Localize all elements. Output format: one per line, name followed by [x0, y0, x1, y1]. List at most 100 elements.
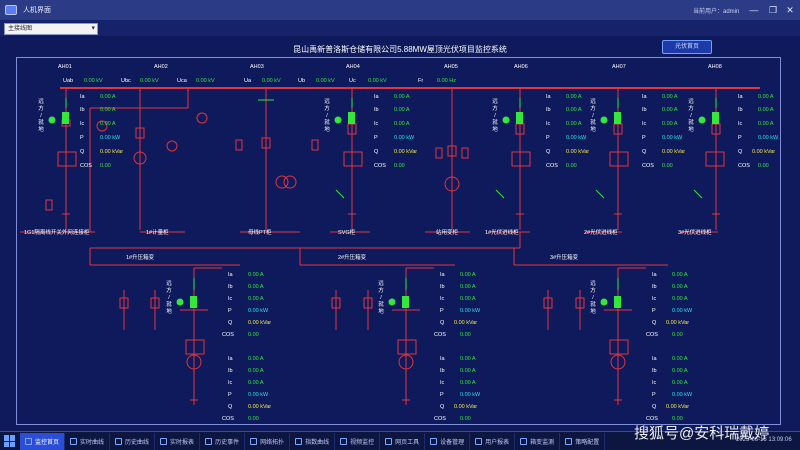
tab-user-report[interactable]: 用户报表	[470, 432, 516, 450]
meas-label: Ic	[652, 380, 657, 386]
tab-realtime-curve[interactable]: 实时曲线	[65, 432, 111, 450]
meas-value: 0.00 kW	[566, 135, 587, 141]
meas-label: COS	[546, 163, 558, 169]
cabinet-name: 1#计量柜	[146, 230, 169, 236]
meas-label: Ic	[642, 121, 647, 127]
globe-icon	[385, 437, 393, 445]
meas-label: Q	[546, 149, 551, 155]
meas-value: 0.00 kW	[460, 308, 481, 314]
cabinet-label: AH07	[612, 64, 626, 70]
event-icon	[205, 437, 213, 445]
tab-network-topology[interactable]: 网络拓扑	[245, 432, 291, 450]
meas-label: Ia	[546, 94, 551, 100]
meas-value: 0.00 kW	[460, 392, 481, 398]
meas-value: 0.00 kW	[248, 308, 269, 314]
cabinet-label: AH08	[708, 64, 722, 70]
tab-realtime-report[interactable]: 实时报表	[155, 432, 201, 450]
meas-label: P	[738, 135, 742, 141]
meas-value: 0.00 A	[672, 296, 688, 302]
meas-label: COS	[646, 332, 658, 338]
meas-label: Ia	[652, 272, 657, 278]
meas-label: P	[440, 392, 444, 398]
meas-label: COS	[642, 163, 654, 169]
meas-label: Ia	[642, 94, 647, 100]
tab-history-curve[interactable]: 历史曲线	[110, 432, 156, 450]
meas-label: Ib	[652, 284, 657, 290]
meas-value: 0.00 kVar	[454, 320, 478, 326]
cabinet-name: SVG柜	[338, 230, 356, 236]
tab-monitor-home[interactable]: 监控首页	[20, 432, 66, 450]
meas-value: 0.00 A	[672, 272, 688, 278]
meas-label: Ib	[440, 368, 445, 374]
chart-icon	[115, 437, 123, 445]
meas-value: 0.00 A	[248, 380, 264, 386]
tab-video-monitor[interactable]: 视频监控	[335, 432, 381, 450]
meas-value: 0.00	[662, 163, 673, 169]
meas-value: 0.00 A	[460, 356, 476, 362]
meas-label: Ic	[652, 296, 657, 302]
meas-label: Q	[652, 320, 657, 326]
meas-label: Ib	[546, 107, 551, 113]
meas-value: 0.00	[100, 163, 111, 169]
tab-index-curve[interactable]: 指数曲线	[290, 432, 336, 450]
meas-label: P	[642, 135, 646, 141]
meas-label: Q	[80, 149, 85, 155]
bus-value: 0.00 kV	[196, 78, 215, 84]
meas-value: 0.00 A	[460, 368, 476, 374]
meas-value: 0.00 A	[662, 107, 678, 113]
meas-label: P	[440, 308, 444, 314]
meas-label: Ib	[440, 284, 445, 290]
meas-value: 0.00 A	[100, 121, 116, 127]
meas-value: 0.00 A	[460, 380, 476, 386]
meas-value: 0.00 A	[248, 296, 264, 302]
meas-value: 0.00 A	[248, 356, 264, 362]
bus-value: 0.00 kV	[316, 78, 335, 84]
meas-value: 0.00 A	[248, 272, 264, 278]
meas-label: COS	[222, 416, 234, 422]
bus-value: 0.00 kV	[368, 78, 387, 84]
bus-label: Ubc	[121, 78, 131, 84]
meas-value: 0.00 A	[394, 107, 410, 113]
start-icon[interactable]	[4, 435, 16, 447]
bus-value: 0.00 Hz	[437, 78, 456, 84]
meas-value: 0.00 A	[672, 368, 688, 374]
meas-label: P	[228, 392, 232, 398]
meas-label: Ic	[374, 121, 379, 127]
meas-value: 0.00 A	[460, 272, 476, 278]
tab-web-tools[interactable]: 网页工具	[380, 432, 426, 450]
meas-label: Ib	[80, 107, 85, 113]
meas-value: 0.00	[672, 332, 683, 338]
meas-label: Ic	[228, 296, 233, 302]
meas-label: P	[374, 135, 378, 141]
meas-label: Ia	[440, 272, 445, 278]
cabinet-name: 1G1隔离线开关外网连接柜	[24, 230, 90, 236]
meas-label: Ic	[228, 380, 233, 386]
meas-label: Ib	[642, 107, 647, 113]
chart-icon	[295, 437, 303, 445]
meas-value: 0.00 A	[672, 284, 688, 290]
meas-label: Ia	[374, 94, 379, 100]
meas-label: Ia	[80, 94, 85, 100]
bus-value: 0.00 kV	[140, 78, 159, 84]
meas-value: 0.00 A	[662, 94, 678, 100]
cabinet-name: 站用变柜	[436, 230, 459, 236]
meas-value: 0.00 kVar	[248, 404, 272, 410]
meas-label: P	[228, 308, 232, 314]
local-remote-label: 远方 / 就地	[378, 281, 384, 315]
gear-icon	[565, 437, 573, 445]
meas-value: 0.00 A	[460, 296, 476, 302]
meas-label: Ib	[652, 368, 657, 374]
tab-box-monitor[interactable]: 箱变监测	[515, 432, 561, 450]
tab-strategy-config[interactable]: 策略配置	[560, 432, 606, 450]
meas-value: 0.00 A	[566, 107, 582, 113]
local-remote-label: 远方 / 就地	[324, 99, 330, 133]
meas-value: 0.00 kVar	[566, 149, 590, 155]
meas-value: 0.00 kVar	[394, 149, 418, 155]
meas-label: Q	[374, 149, 379, 155]
meas-label: Q	[652, 404, 657, 410]
local-remote-label: 远方 / 就地	[492, 99, 498, 133]
home-icon	[25, 437, 32, 445]
tab-history-events[interactable]: 历史事件	[200, 432, 246, 450]
tab-device-management[interactable]: 设备管理	[425, 432, 471, 450]
camera-icon	[340, 437, 348, 445]
